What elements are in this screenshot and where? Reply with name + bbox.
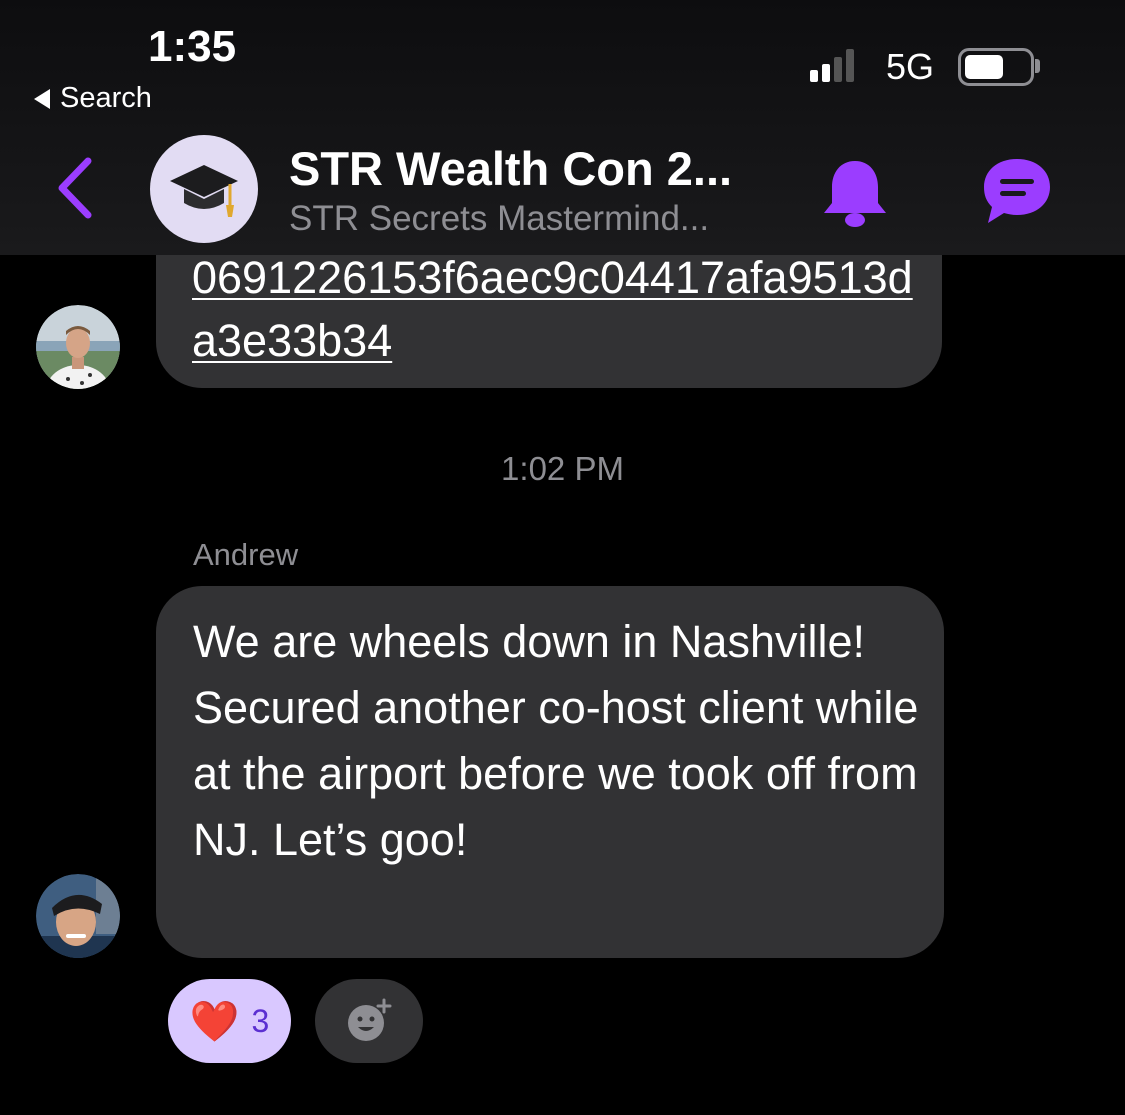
chevron-left-icon[interactable] — [50, 155, 100, 221]
chat-header: 1:35 Search 5G STR Wealth Con 2... STR S… — [0, 0, 1125, 255]
sender-name: Andrew — [193, 537, 299, 572]
group-title[interactable]: STR Wealth Con 2... — [289, 141, 732, 196]
battery-icon — [958, 48, 1034, 86]
group-avatar[interactable] — [150, 135, 258, 243]
timestamp-divider: 1:02 PM — [501, 450, 624, 487]
avatar[interactable] — [36, 874, 120, 958]
signal-icon — [810, 49, 854, 82]
bell-icon[interactable] — [820, 157, 890, 229]
chat-screen: 0691226153f6aec9c04417afa9513da3e33b34 1… — [0, 0, 1125, 1115]
network-type: 5G — [886, 46, 935, 87]
heart-icon: ❤️ — [189, 999, 240, 1044]
add-reaction-icon — [348, 998, 392, 1041]
reaction-heart[interactable]: ❤️ 3 — [168, 979, 291, 1063]
message-text: We are wheels down in Nashville! Secured… — [193, 616, 919, 865]
group-subtitle[interactable]: STR Secrets Mastermind... — [289, 199, 709, 239]
status-time: 1:35 — [148, 22, 237, 71]
reaction-count: 3 — [251, 1002, 270, 1039]
battery-tip — [1035, 59, 1040, 73]
back-triangle-icon — [34, 88, 50, 109]
back-to-search[interactable]: Search — [34, 82, 152, 115]
avatar[interactable] — [36, 305, 120, 389]
add-reaction-button[interactable] — [315, 979, 423, 1063]
back-search-label: Search — [60, 82, 152, 114]
graduation-cap-icon — [170, 165, 238, 217]
chat-bubble-icon[interactable] — [980, 155, 1054, 225]
message-link[interactable]: 0691226153f6aec9c04417afa9513da3e33b34 — [192, 246, 922, 372]
